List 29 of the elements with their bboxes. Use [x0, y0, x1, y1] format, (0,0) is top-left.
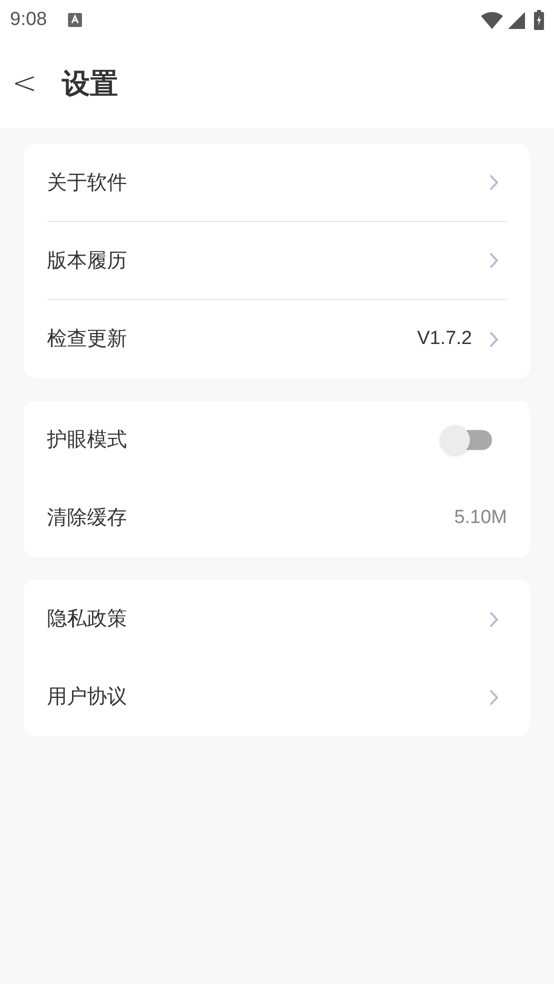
settings-row[interactable]: 护眼模式 — [47, 401, 507, 479]
row-label: 关于软件 — [47, 170, 127, 196]
chevron-right-icon — [489, 688, 499, 706]
back-button[interactable]: < — [12, 68, 36, 100]
keyboard-notification-icon — [68, 13, 82, 27]
chevron-right-icon — [489, 174, 499, 191]
toggle-switch[interactable] — [440, 425, 492, 455]
version-text: V1.7.2 — [417, 326, 472, 351]
row-label: 版本履历 — [47, 248, 127, 274]
settings-row[interactable]: 隐私政策 — [47, 580, 507, 658]
row-label: 护眼模式 — [47, 428, 127, 453]
settings-row[interactable]: 关于软件 — [47, 144, 507, 222]
row-label: 检查更新 — [47, 327, 127, 352]
cache-size-text: 5.10M — [454, 506, 507, 530]
page-title: 设置 — [62, 67, 118, 101]
wifi-icon — [481, 12, 503, 28]
chevron-right-icon — [489, 252, 499, 269]
row-label: 清除缓存 — [47, 506, 127, 531]
chevron-right-icon — [489, 610, 499, 628]
settings-row[interactable]: 版本履历 — [47, 222, 507, 300]
settings-row[interactable]: 用户协议 — [47, 658, 507, 736]
row-label: 隐私政策 — [47, 607, 127, 632]
status-time: 9:08 — [10, 8, 47, 32]
chevron-right-icon — [489, 330, 499, 348]
row-label: 用户协议 — [47, 685, 127, 710]
signal-icon — [508, 12, 525, 28]
settings-row[interactable]: 清除缓存 5.10M — [47, 479, 507, 557]
battery-icon — [534, 10, 544, 30]
settings-row[interactable]: 检查更新 V1.7.2 — [47, 300, 507, 378]
